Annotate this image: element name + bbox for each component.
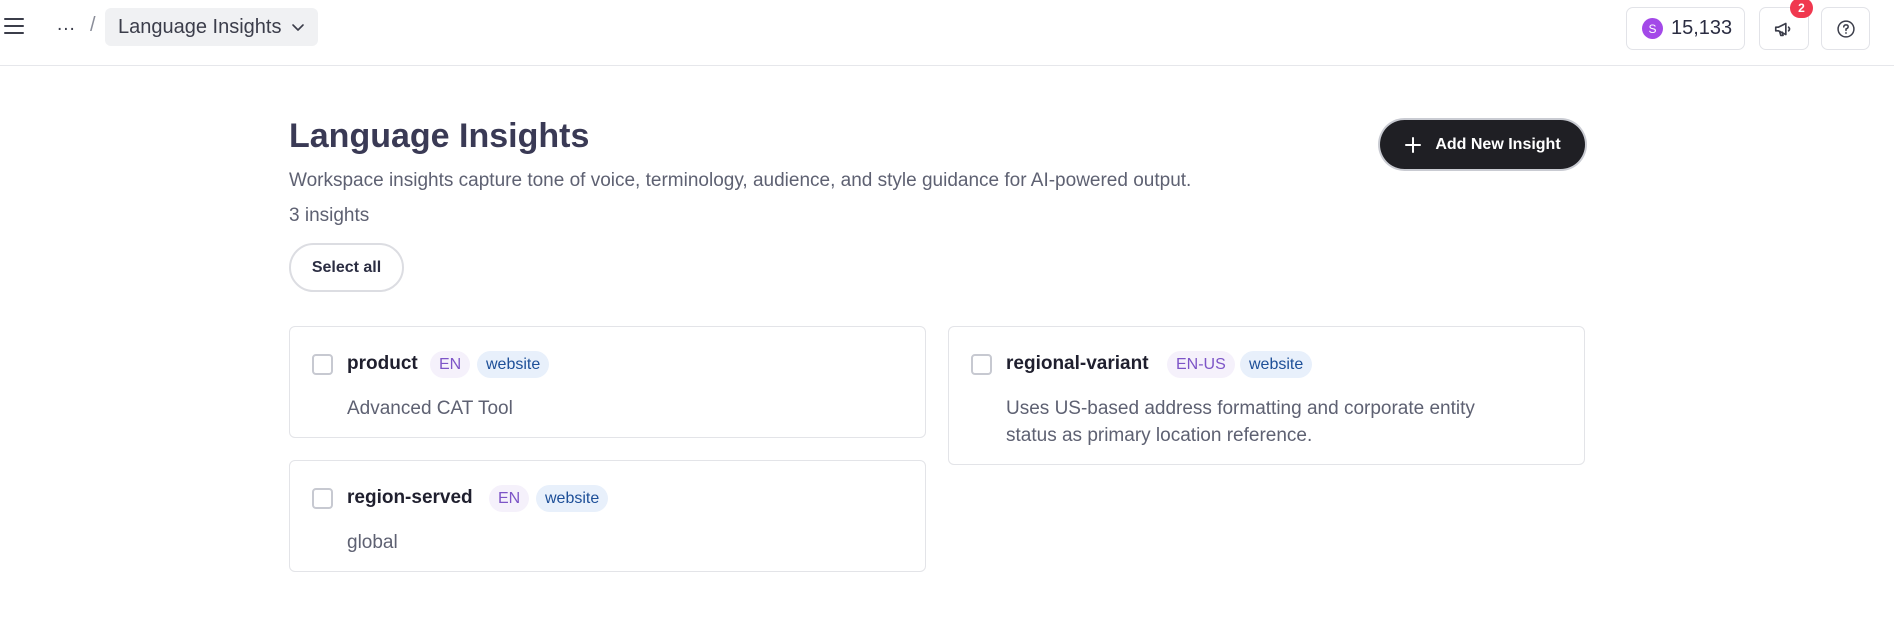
insight-text: Advanced CAT Tool: [347, 398, 513, 419]
language-tag: EN: [489, 485, 530, 512]
help-button[interactable]: [1821, 7, 1870, 50]
type-tag: website: [536, 485, 609, 512]
credits-amount: 15,133: [1671, 17, 1733, 39]
megaphone-icon: [1774, 22, 1791, 36]
notification-badge: 2: [1790, 0, 1813, 18]
page-title: Language Insights: [289, 117, 590, 155]
breadcrumb-ellipsis[interactable]: ...: [57, 14, 76, 36]
credits-avatar: S: [1642, 18, 1663, 39]
chevron-down-icon: [292, 24, 305, 31]
insight-card-regional-variant[interactable]: regional-variant EN-US website Uses US-b…: [948, 326, 1585, 465]
language-tag: EN-US: [1167, 351, 1235, 378]
breadcrumb-separator: /: [90, 14, 96, 36]
type-tag: website: [477, 351, 550, 378]
insight-checkbox[interactable]: [312, 354, 333, 375]
type-tag: website: [1240, 351, 1313, 378]
select-all-button[interactable]: Select all: [289, 243, 404, 292]
add-new-insight-label: Add New Insight: [1435, 135, 1561, 153]
insight-card-region-served[interactable]: region-served EN website global: [289, 460, 926, 572]
insight-text: Uses US-based address formatting and cor…: [1006, 398, 1475, 446]
page-description: Workspace insights capture tone of voice…: [289, 170, 1192, 191]
question-circle-icon: [1836, 19, 1855, 38]
insight-card-product[interactable]: product EN website Advanced CAT Tool: [289, 326, 926, 438]
insight-text: global: [347, 532, 398, 553]
language-tag: EN: [430, 351, 471, 378]
hamburger-icon[interactable]: [4, 14, 28, 38]
top-bar: ... / Language Insights S 15,133 2: [0, 0, 1894, 66]
insight-name: regional-variant: [1006, 353, 1149, 374]
breadcrumb-current-dropdown[interactable]: Language Insights: [105, 8, 319, 46]
insight-name: region-served: [347, 487, 473, 508]
plus-icon: [1405, 136, 1422, 153]
credits-button[interactable]: S 15,133: [1626, 7, 1745, 50]
insight-checkbox[interactable]: [312, 488, 333, 509]
insight-name: product: [347, 353, 418, 374]
insight-checkbox[interactable]: [971, 354, 992, 375]
breadcrumb-current-label: Language Insights: [118, 15, 282, 38]
insights-count: 3 insights: [289, 205, 370, 226]
add-new-insight-button[interactable]: Add New Insight: [1380, 120, 1585, 169]
